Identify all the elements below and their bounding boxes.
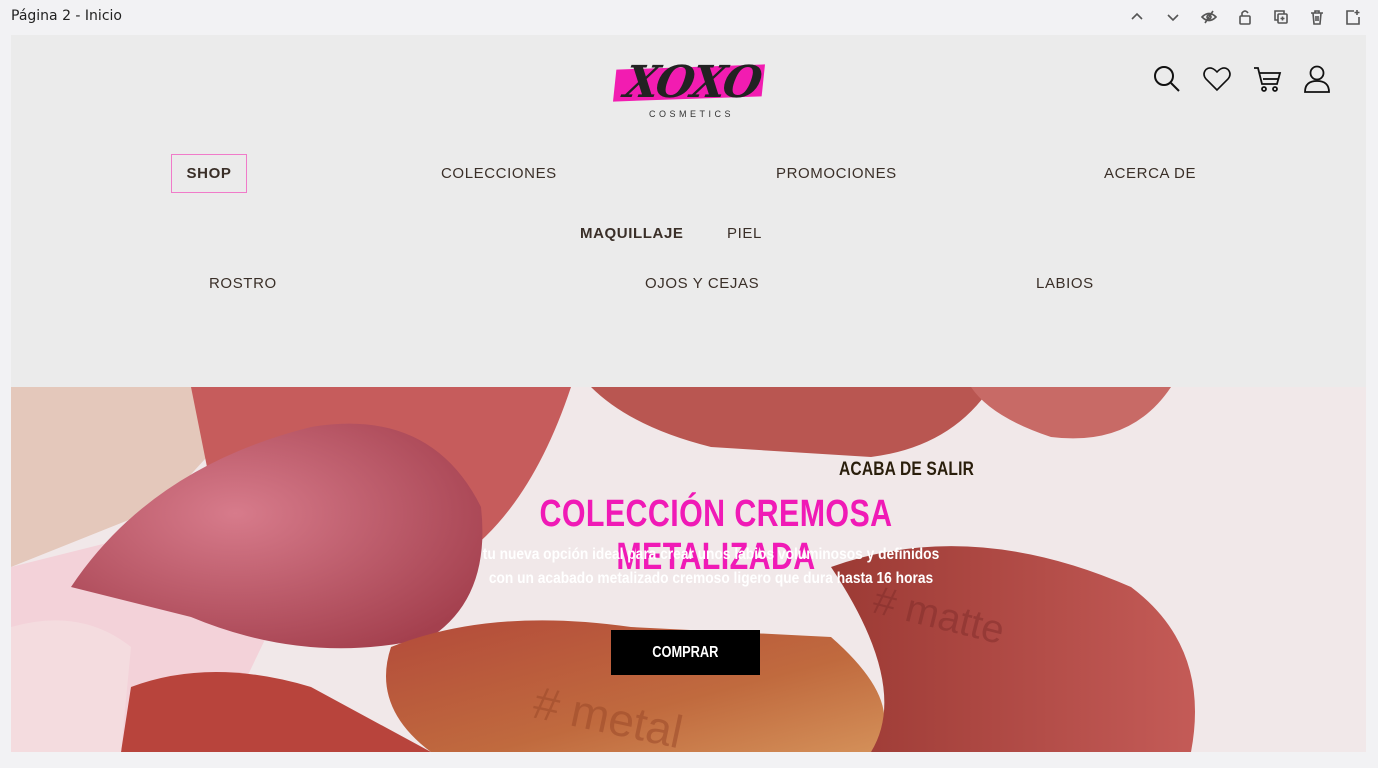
header-icons — [1152, 63, 1332, 95]
trash-icon[interactable] — [1306, 6, 1328, 28]
page-tools — [1126, 6, 1364, 28]
cart-icon[interactable] — [1252, 63, 1282, 95]
hero-banner: # metal # matte ACABA DE SALIR COLECCIÓN… — [11, 387, 1366, 752]
site-header: XOXO COSMETICS SHOP COLECCIONES PROMOCIO… — [11, 35, 1366, 387]
heart-icon[interactable] — [1202, 63, 1232, 95]
add-page-icon[interactable] — [1342, 6, 1364, 28]
editor-toolbar: Página 2 - Inicio — [0, 0, 1378, 34]
hero-kicker: ACABA DE SALIR — [838, 459, 974, 480]
user-icon[interactable] — [1302, 63, 1332, 95]
logo-wordmark: XOXO — [620, 57, 765, 108]
hero-description-line-2: con un acabado metalizado cremoso ligero… — [488, 570, 934, 587]
hero-description: tu nueva opción ideal para crear unos la… — [401, 543, 1020, 591]
category-rostro[interactable]: ROSTRO — [209, 275, 277, 292]
subnav-maquillaje[interactable]: MAQUILLAJE — [580, 225, 684, 242]
lock-icon[interactable] — [1234, 6, 1256, 28]
subnav-piel[interactable]: PIEL — [727, 225, 762, 242]
hero-description-line-1: tu nueva opción ideal para crear unos la… — [482, 546, 940, 563]
category-ojos-y-cejas[interactable]: OJOS Y CEJAS — [645, 275, 759, 292]
brand-logo[interactable]: XOXO COSMETICS — [612, 53, 766, 125]
nav-acerca-de[interactable]: ACERCA DE — [1104, 165, 1196, 182]
chevron-up-icon[interactable] — [1126, 6, 1148, 28]
nav-shop[interactable]: SHOP — [171, 154, 247, 193]
page-label: Página 2 - Inicio — [11, 8, 122, 24]
eye-off-icon[interactable] — [1198, 6, 1220, 28]
logo-subtitle: COSMETICS — [649, 109, 735, 119]
category-labios[interactable]: LABIOS — [1036, 275, 1094, 292]
page-canvas: XOXO COSMETICS SHOP COLECCIONES PROMOCIO… — [11, 35, 1366, 752]
duplicate-icon[interactable] — [1270, 6, 1292, 28]
nav-promociones[interactable]: PROMOCIONES — [776, 165, 897, 182]
buy-button-label: COMPRAR — [652, 643, 719, 661]
chevron-down-icon[interactable] — [1162, 6, 1184, 28]
search-icon[interactable] — [1152, 63, 1182, 95]
buy-button[interactable]: COMPRAR — [611, 630, 760, 675]
nav-colecciones[interactable]: COLECCIONES — [441, 165, 557, 182]
